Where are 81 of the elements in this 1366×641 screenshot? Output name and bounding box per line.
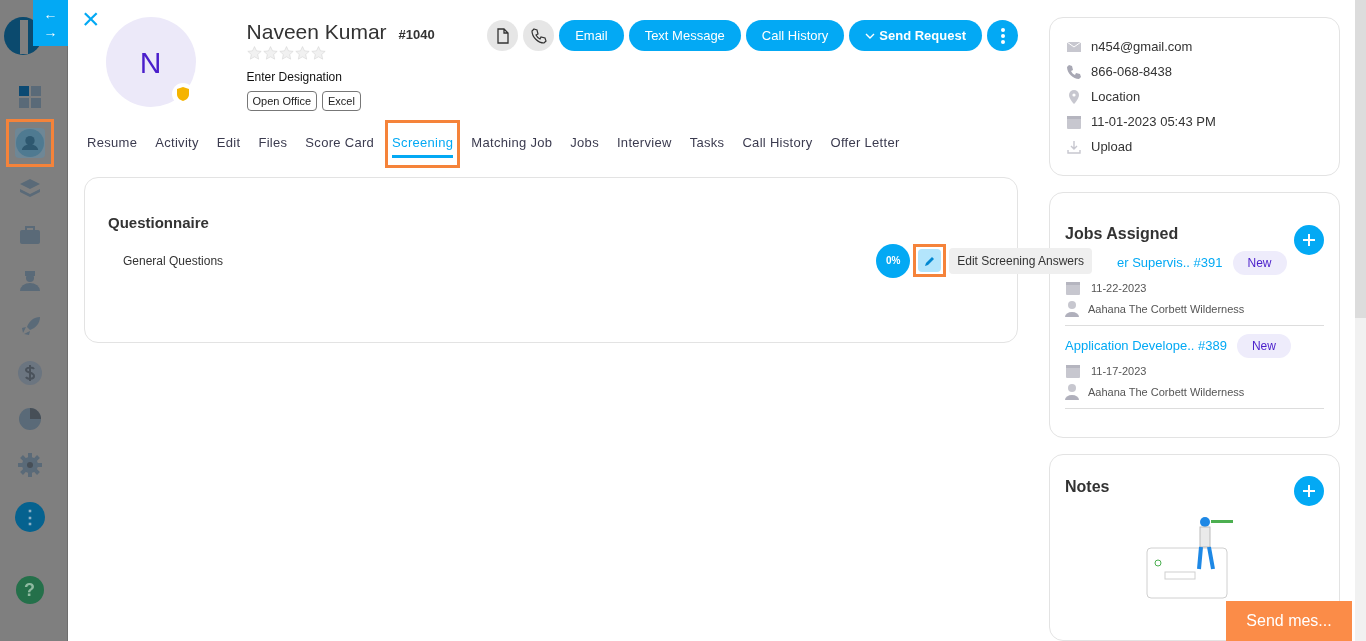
close-button[interactable]: × (82, 4, 100, 34)
calendar-icon (1065, 280, 1081, 297)
pencil-icon (923, 254, 936, 267)
calendar-icon (1066, 113, 1082, 130)
contact-detail: n454@gmail.com (1091, 37, 1193, 56)
card-title: Notes (1065, 477, 1110, 497)
status-badge: New (1232, 251, 1287, 275)
user-icon (15, 129, 44, 157)
arrow-button[interactable]: → (43, 23, 58, 41)
dashboard-icon (17, 85, 42, 109)
tab[interactable]: Activity (155, 134, 199, 158)
chevron-down-icon (865, 31, 876, 40)
pie-chart-icon (17, 407, 42, 431)
tab[interactable]: Call History (742, 134, 813, 158)
document-button[interactable] (487, 20, 519, 51)
phone-icon (1066, 63, 1082, 80)
location-pin-icon (1066, 88, 1082, 105)
tab[interactable]: Jobs (570, 134, 599, 158)
add-note-button[interactable] (1294, 476, 1324, 506)
send-request-button[interactable]: Send Request (849, 20, 982, 51)
tab[interactable]: Resume (87, 134, 138, 158)
action-button[interactable]: Call History (745, 20, 845, 51)
sidebar-item[interactable] (14, 128, 45, 158)
tab[interactable]: Interview (616, 134, 672, 158)
tooltip: Edit Screening Answers (949, 247, 1092, 274)
more-icon (1000, 27, 1005, 44)
person-icon (1065, 300, 1079, 317)
star-icon (246, 45, 262, 60)
progress-badge: 0% (876, 243, 911, 278)
add-job-button[interactable] (1294, 225, 1324, 255)
job-owner: Aahana The Corbett Wilderness (1088, 301, 1245, 317)
contact-detail: 866-068-8438 (1091, 62, 1172, 81)
job-date: 11-17-2023 (1091, 364, 1147, 379)
tab[interactable]: Matching Job (471, 134, 553, 158)
phone-icon (530, 27, 547, 44)
help-button[interactable]: ? (15, 576, 44, 604)
arrow-button[interactable]: ← (43, 5, 58, 23)
action-button[interactable]: Email (559, 20, 624, 51)
settings-icon (17, 453, 42, 477)
skill-tag: Open Office (246, 90, 318, 111)
document-icon (495, 27, 510, 44)
skill-tag: Excel (322, 90, 361, 111)
tab[interactable]: Score Card (305, 134, 375, 158)
candidate-id: #1040 (398, 26, 435, 44)
tab[interactable]: Tasks (689, 134, 725, 158)
shield-icon (176, 87, 189, 101)
action-button[interactable]: Text Message (628, 20, 741, 51)
card-title: Jobs Assigned (1065, 224, 1179, 244)
status-badge: New (1236, 334, 1291, 358)
tab[interactable]: Screening (392, 134, 454, 158)
designation: Enter Designation (246, 68, 343, 86)
avatar: N (105, 17, 196, 107)
download-icon (1066, 138, 1082, 155)
star-icon (278, 45, 294, 60)
job-owner: Aahana The Corbett Wilderness (1088, 384, 1245, 400)
question-group: General Questions (123, 251, 224, 270)
star-icon (310, 45, 326, 60)
briefcase-icon (17, 223, 42, 247)
questionnaire-title: Questionnaire (108, 213, 210, 233)
more-button[interactable] (987, 20, 1018, 51)
person-icon (1065, 383, 1079, 400)
more-button[interactable]: ⋮ (14, 502, 45, 532)
tab[interactable]: Offer Letter (830, 134, 900, 158)
phone-button[interactable] (523, 20, 555, 51)
star-icon (262, 45, 278, 60)
tab[interactable]: Edit (216, 134, 241, 158)
job-link[interactable]: Application Develope.. #389 (1065, 336, 1227, 356)
candidate-name: Naveen Kumar (246, 19, 387, 45)
dollar-icon (17, 361, 42, 385)
plus-icon (1302, 233, 1316, 247)
job-date: 11-22-2023 (1091, 281, 1147, 296)
send-message-button[interactable]: Send mes... (1226, 601, 1352, 641)
contact-detail: Location (1091, 87, 1141, 106)
contact-detail: Upload (1091, 137, 1133, 156)
calendar-icon (1065, 363, 1081, 380)
person-icon (17, 269, 42, 293)
job-link[interactable]: er Supervis.. #391 (1117, 253, 1223, 273)
contact-detail: 11-01-2023 05:43 PM (1091, 112, 1216, 131)
tab[interactable]: Files (258, 134, 288, 158)
star-icon (294, 45, 310, 60)
plus-icon (1302, 484, 1316, 498)
